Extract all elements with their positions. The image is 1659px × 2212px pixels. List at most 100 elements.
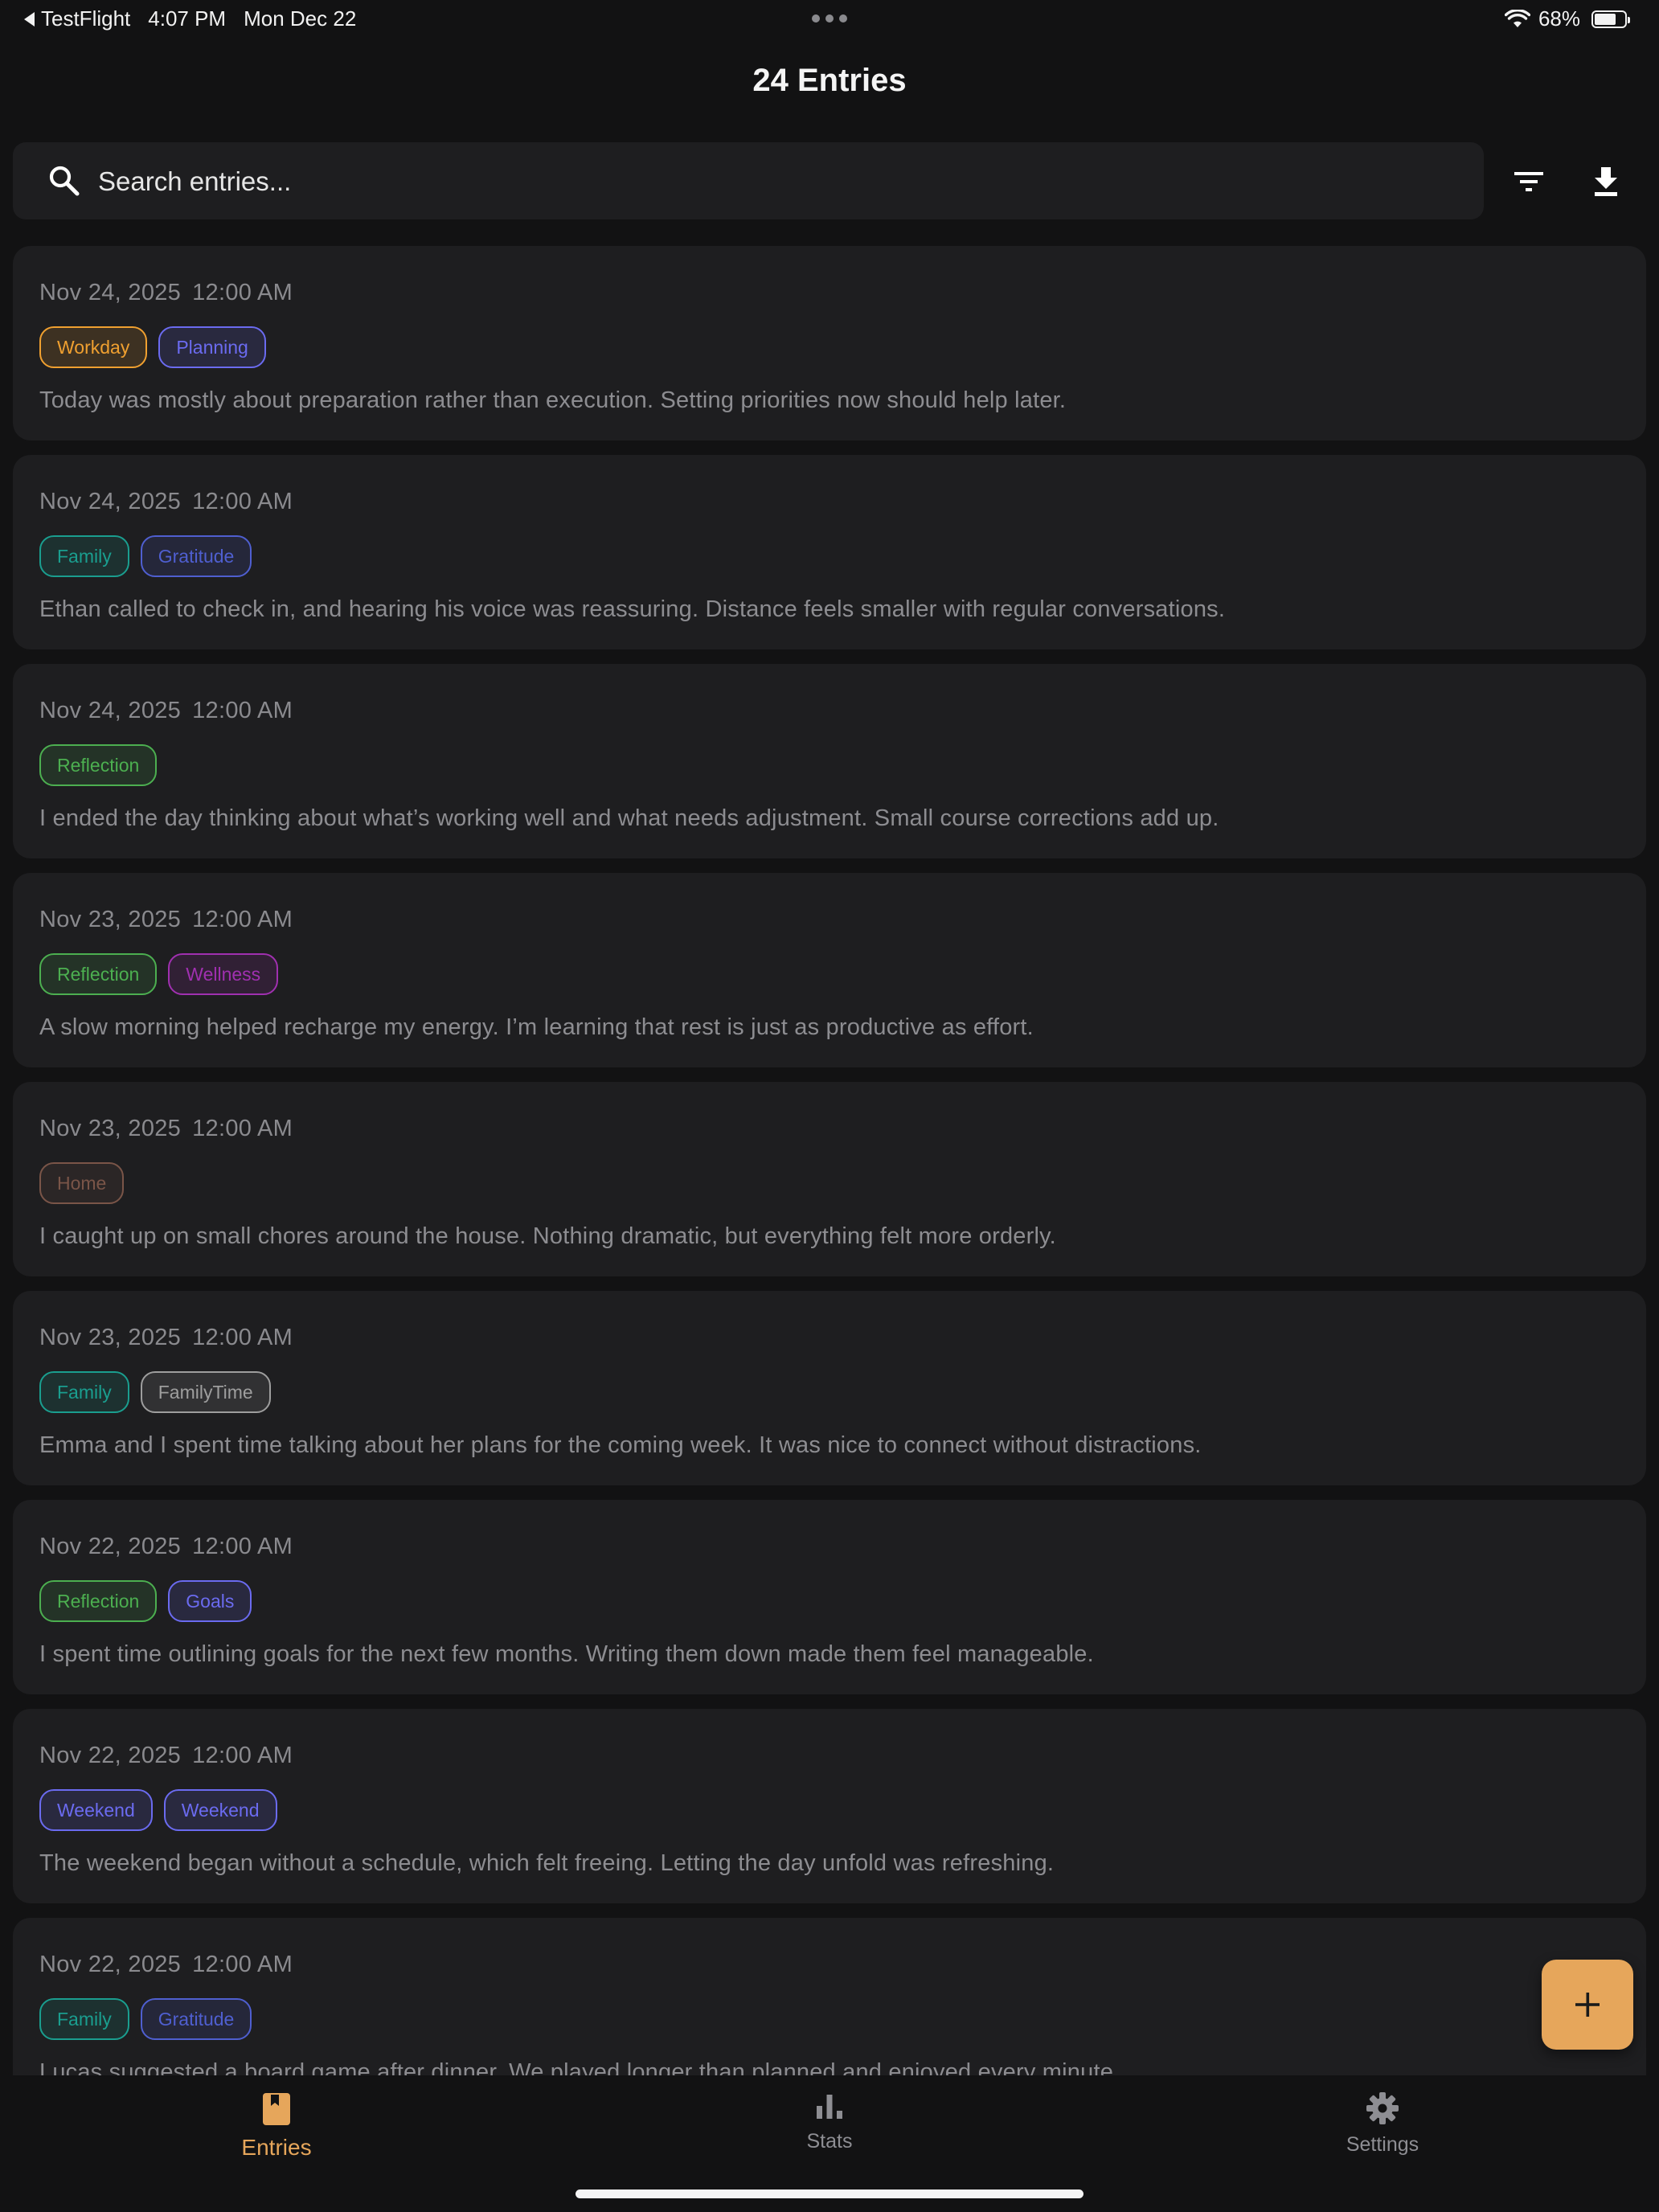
entry-date: Nov 22, 2025 — [39, 1534, 182, 1559]
entry-datetime: Nov 22, 2025 12:00 AM — [39, 1529, 1646, 1564]
entry-datetime: Nov 24, 2025 12:00 AM — [39, 693, 1646, 728]
entry-text: I caught up on small chores around the h… — [39, 1223, 1056, 1249]
entry-time: 12:00 AM — [192, 1116, 293, 1141]
entry-tags: Family Gratitude — [39, 535, 1646, 577]
tag-chip[interactable]: Reflection — [39, 1580, 158, 1622]
entries-list[interactable]: Nov 24, 2025 12:00 AM Workday Planning Today… — [13, 246, 1646, 2075]
entry-text: Today was mostly about preparation rathe… — [39, 387, 1067, 413]
entry-date: Nov 22, 2025 — [39, 1743, 182, 1768]
entry-card[interactable]: Nov 24, 2025 12:00 AM Workday Planning Today… — [13, 246, 1646, 440]
tag-chip[interactable]: Family — [39, 535, 129, 577]
search-bar[interactable] — [13, 142, 1484, 221]
entry-card[interactable]: Nov 22, 2025 12:00 AM Weekend Weekend The we… — [13, 1709, 1646, 1903]
entry-datetime: Nov 23, 2025 12:00 AM — [39, 1320, 1646, 1355]
tag-chip[interactable]: Gratitude — [140, 1998, 252, 2040]
battery-icon — [1591, 10, 1630, 28]
entry-text: A slow morning helped recharge my energy… — [39, 1014, 1034, 1040]
entry-time: 12:00 AM — [192, 1534, 293, 1559]
tag-chip[interactable]: FamilyTime — [140, 1371, 271, 1413]
entry-card[interactable]: Nov 23, 2025 12:00 AM Reflection Wellness A … — [13, 873, 1646, 1067]
search-input[interactable] — [96, 142, 1466, 221]
battery-percent: 68% — [1538, 6, 1580, 31]
entry-time: 12:00 AM — [192, 1952, 293, 1977]
entry-card[interactable]: Nov 23, 2025 12:00 AM Family FamilyTime Emma… — [13, 1291, 1646, 1485]
tag-chip[interactable]: Wellness — [168, 953, 279, 995]
download-icon — [1595, 167, 1617, 196]
entry-tags: Weekend Weekend — [39, 1789, 1646, 1831]
add-entry-button[interactable] — [1542, 1960, 1633, 2050]
entry-date: Nov 24, 2025 — [39, 698, 182, 723]
status-date: Mon Dec 22 — [244, 6, 357, 31]
entry-datetime: Nov 23, 2025 12:00 AM — [39, 1111, 1646, 1146]
entry-datetime: Nov 23, 2025 12:00 AM — [39, 902, 1646, 937]
entry-tags: Family FamilyTime — [39, 1371, 1646, 1413]
entry-time: 12:00 AM — [192, 1325, 293, 1350]
filter-icon — [1514, 172, 1543, 191]
status-time: 4:07 PM — [148, 6, 227, 31]
back-arrow-icon — [24, 11, 35, 27]
entry-card[interactable]: Nov 23, 2025 12:00 AM Home I caught up on s… — [13, 1082, 1646, 1276]
entry-text: The weekend began without a schedule, wh… — [39, 1850, 1055, 1876]
entry-datetime: Nov 22, 2025 12:00 AM — [39, 1738, 1646, 1773]
entry-tags: Reflection — [39, 744, 1646, 786]
entry-text: Emma and I spent time talking about her … — [39, 1432, 1202, 1458]
plus-icon — [1575, 1993, 1600, 2017]
search-icon — [49, 166, 80, 196]
tag-chip[interactable]: Family — [39, 1371, 129, 1413]
entry-tags: Family Gratitude — [39, 1998, 1646, 2040]
tag-chip[interactable]: Weekend — [39, 1789, 153, 1831]
entry-date: Nov 23, 2025 — [39, 1116, 182, 1141]
tab-stats-label: Stats — [806, 2130, 853, 2153]
tag-chip[interactable]: Goals — [168, 1580, 252, 1622]
tab-entries-label: Entries — [241, 2135, 312, 2160]
entry-card[interactable]: Nov 22, 2025 12:00 AM Reflection Goals I spe… — [13, 1500, 1646, 1694]
tab-entries[interactable]: Entries — [156, 2091, 397, 2161]
back-app-label: TestFlight — [41, 6, 131, 31]
tag-chip[interactable]: Family — [39, 1998, 129, 2040]
entry-date: Nov 24, 2025 — [39, 489, 182, 514]
entry-text: I ended the day thinking about what’s wo… — [39, 805, 1219, 831]
entry-date: Nov 22, 2025 — [39, 1952, 182, 1977]
entry-tags: Reflection Wellness — [39, 953, 1646, 995]
entry-tags: Reflection Goals — [39, 1580, 1646, 1622]
entry-tags: Home — [39, 1162, 1646, 1204]
tag-chip[interactable]: Reflection — [39, 953, 158, 995]
status-bar: TestFlight 4:07 PM Mon Dec 22 68% — [0, 0, 1659, 39]
filter-button[interactable] — [1505, 158, 1553, 206]
entry-datetime: Nov 22, 2025 12:00 AM — [39, 1947, 1646, 1982]
entry-date: Nov 23, 2025 — [39, 1325, 182, 1350]
back-to-app[interactable]: TestFlight — [24, 6, 130, 31]
tab-settings-label: Settings — [1346, 2133, 1419, 2156]
entry-time: 12:00 AM — [192, 1743, 293, 1768]
entry-date: Nov 24, 2025 — [39, 280, 182, 305]
entry-time: 12:00 AM — [192, 698, 293, 723]
entry-text: Ethan called to check in, and hearing hi… — [39, 596, 1226, 622]
home-indicator[interactable] — [576, 2189, 1083, 2198]
download-button[interactable] — [1582, 158, 1630, 206]
bar-chart-icon — [817, 2095, 842, 2119]
tag-chip[interactable]: Workday — [39, 326, 148, 368]
entry-text: Lucas suggested a board game after dinne… — [39, 2059, 1120, 2075]
entry-card[interactable]: Nov 24, 2025 12:00 AM Reflection I ended th… — [13, 664, 1646, 858]
entry-time: 12:00 AM — [192, 907, 293, 932]
tag-chip[interactable]: Weekend — [163, 1789, 277, 1831]
entry-tags: Workday Planning — [39, 326, 1646, 368]
entry-card[interactable]: Nov 22, 2025 12:00 AM Family Gratitude Lucas… — [13, 1918, 1646, 2075]
entry-time: 12:00 AM — [192, 489, 293, 514]
entry-datetime: Nov 24, 2025 12:00 AM — [39, 484, 1646, 519]
tab-settings[interactable]: Settings — [1262, 2091, 1503, 2157]
entry-datetime: Nov 24, 2025 12:00 AM — [39, 275, 1646, 310]
tag-chip[interactable]: Home — [39, 1162, 125, 1204]
entry-time: 12:00 AM — [192, 280, 293, 305]
entry-date: Nov 23, 2025 — [39, 907, 182, 932]
multitasking-dots-icon[interactable] — [812, 14, 847, 23]
book-icon — [263, 2093, 290, 2125]
gear-icon — [1366, 2092, 1399, 2124]
tag-chip[interactable]: Reflection — [39, 744, 158, 786]
page-title: 24 Entries — [752, 63, 907, 98]
tag-chip[interactable]: Gratitude — [140, 535, 252, 577]
tag-chip[interactable]: Planning — [158, 326, 266, 368]
entry-card[interactable]: Nov 24, 2025 12:00 AM Family Gratitude Ethan… — [13, 455, 1646, 649]
tab-stats[interactable]: Stats — [709, 2091, 950, 2153]
entry-text: I spent time outlining goals for the nex… — [39, 1641, 1094, 1667]
